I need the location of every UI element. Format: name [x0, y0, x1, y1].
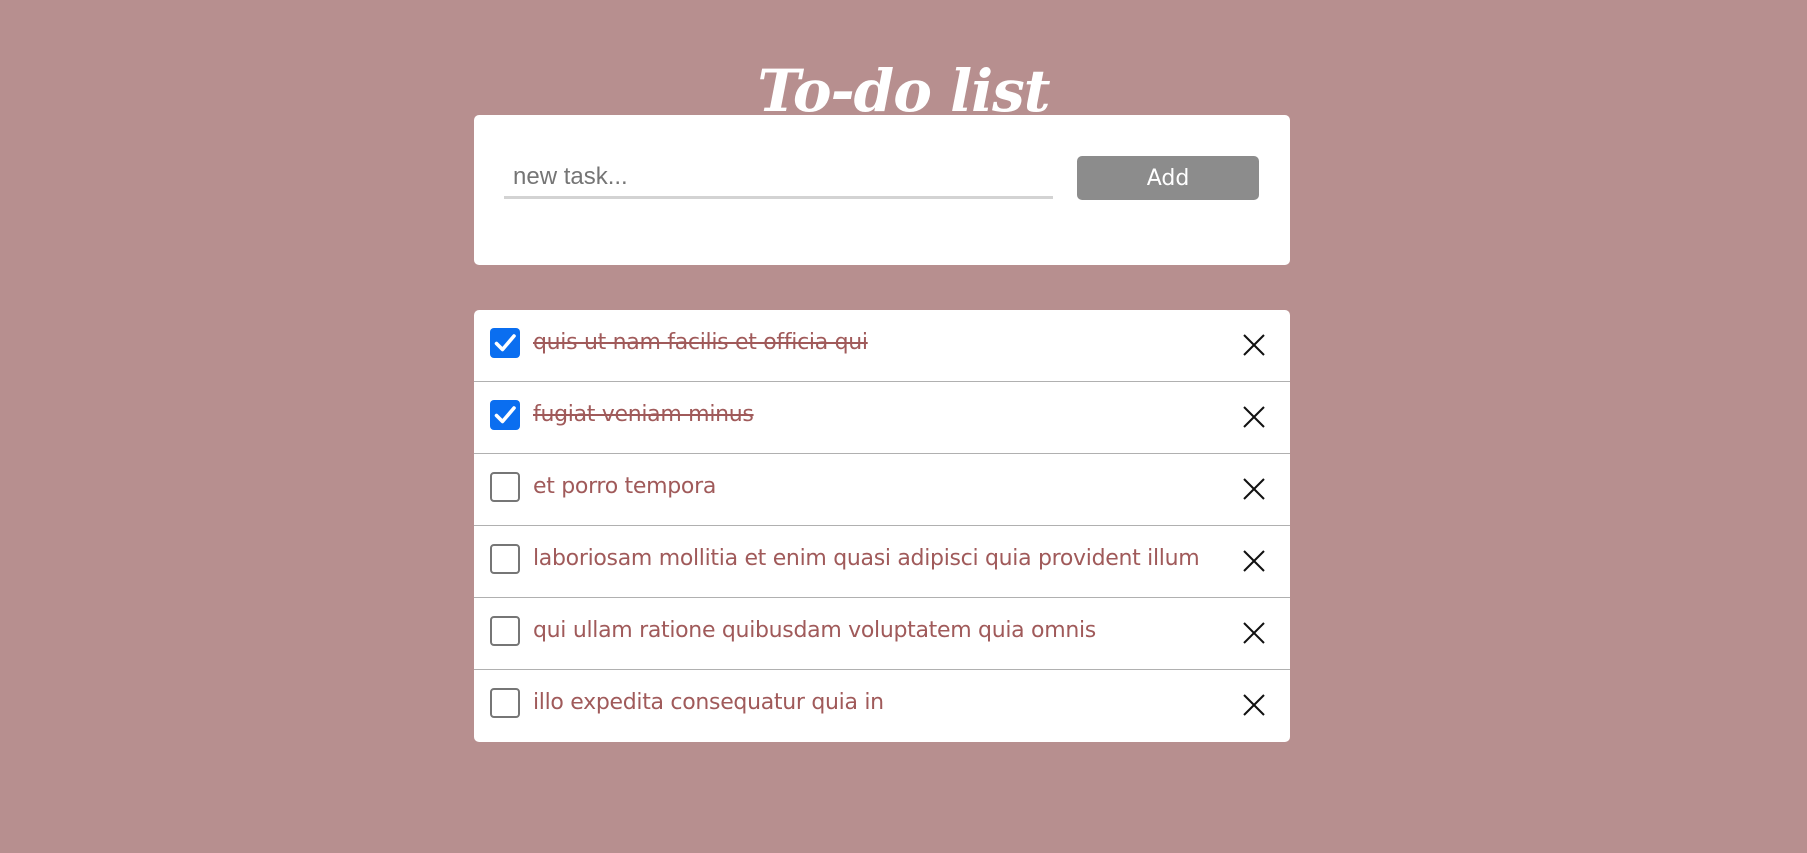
check-icon	[494, 406, 516, 424]
task-checkbox[interactable]	[490, 472, 520, 502]
task-checkbox[interactable]	[490, 328, 520, 358]
close-icon	[1243, 622, 1265, 644]
task-checkbox[interactable]	[490, 400, 520, 430]
new-task-input[interactable]	[504, 157, 1053, 199]
close-icon	[1243, 406, 1265, 428]
delete-button[interactable]	[1239, 474, 1269, 504]
check-icon	[494, 334, 516, 352]
close-icon	[1243, 550, 1265, 572]
task-item: illo expedita consequatur quia in	[474, 670, 1290, 742]
task-checkbox[interactable]	[490, 616, 520, 646]
delete-button[interactable]	[1239, 690, 1269, 720]
delete-button[interactable]	[1239, 618, 1269, 648]
delete-button[interactable]	[1239, 546, 1269, 576]
close-icon	[1243, 478, 1265, 500]
task-checkbox[interactable]	[490, 688, 520, 718]
delete-button[interactable]	[1239, 402, 1269, 432]
task-item: et porro tempora	[474, 454, 1290, 526]
task-list: quis ut nam facilis et officia qui fugia…	[474, 310, 1290, 742]
task-text: laboriosam mollitia et enim quasi adipis…	[533, 546, 1200, 571]
task-text: qui ullam ratione quibusdam voluptatem q…	[533, 618, 1096, 643]
task-text: illo expedita consequatur quia in	[533, 690, 884, 715]
task-item: quis ut nam facilis et officia qui	[474, 310, 1290, 382]
close-icon	[1243, 694, 1265, 716]
task-text: quis ut nam facilis et officia qui	[533, 330, 868, 355]
task-item: fugiat veniam minus	[474, 382, 1290, 454]
new-task-card: Add	[474, 115, 1290, 265]
task-item: qui ullam ratione quibusdam voluptatem q…	[474, 598, 1290, 670]
task-text: et porro tempora	[533, 474, 716, 499]
task-item: laboriosam mollitia et enim quasi adipis…	[474, 526, 1290, 598]
close-icon	[1243, 334, 1265, 356]
task-text: fugiat veniam minus	[533, 402, 754, 427]
delete-button[interactable]	[1239, 330, 1269, 360]
add-button[interactable]: Add	[1077, 156, 1259, 200]
task-checkbox[interactable]	[490, 544, 520, 574]
